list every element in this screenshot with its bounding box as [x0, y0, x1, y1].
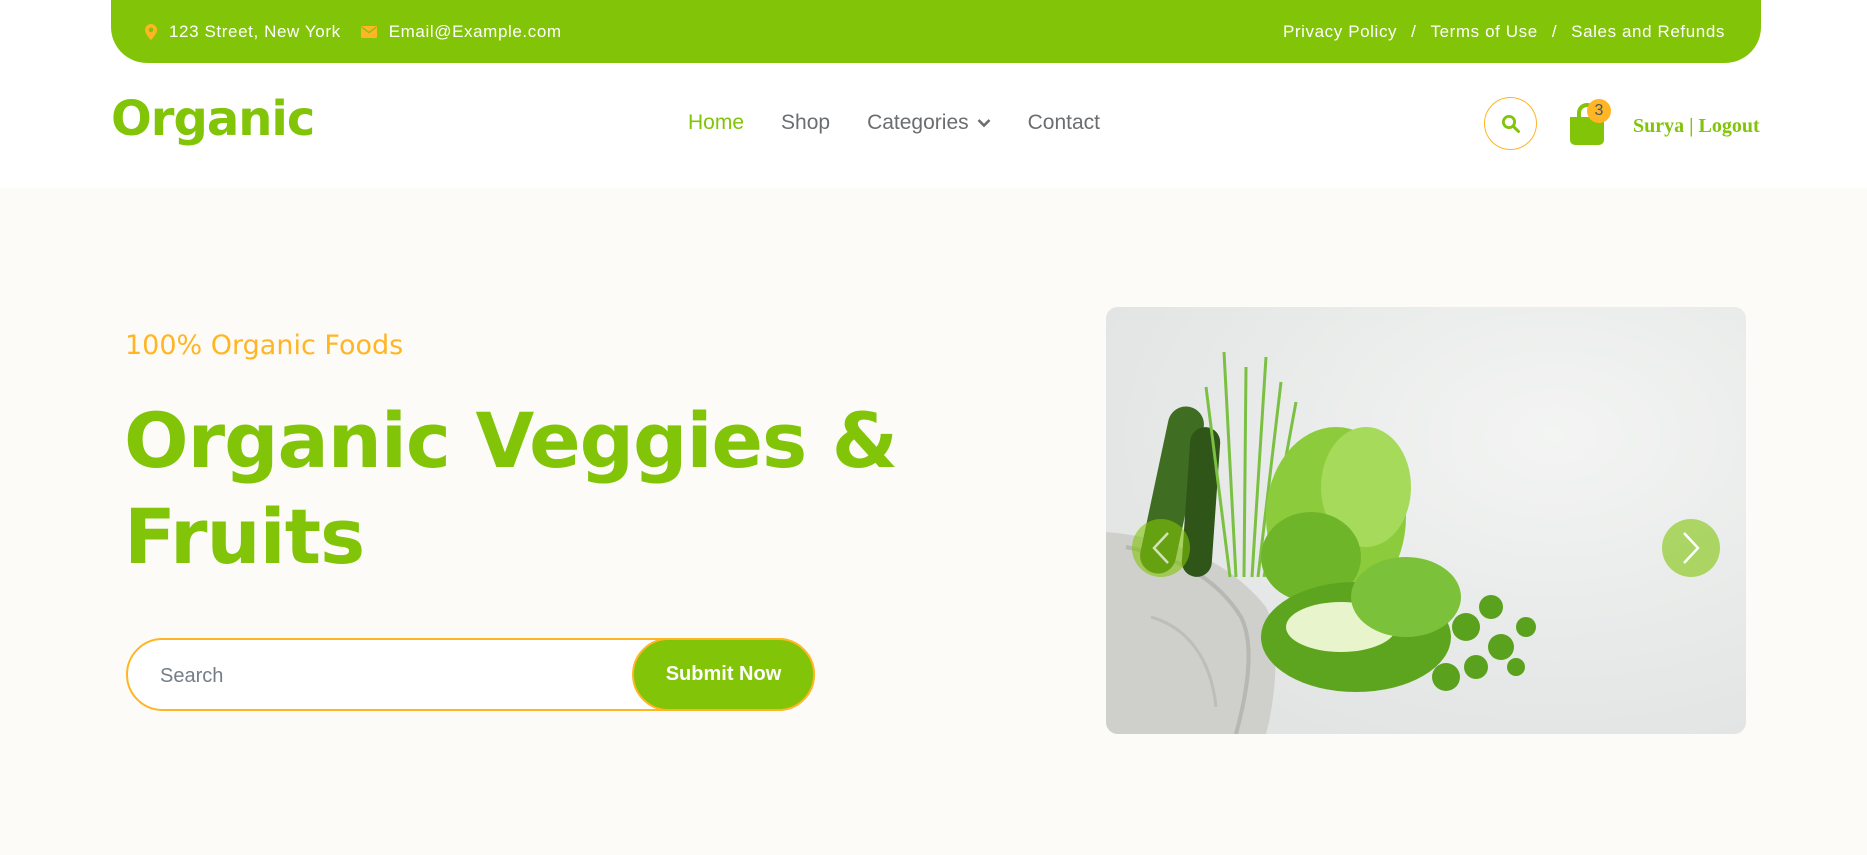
- email-item: Email@Example.com: [360, 22, 562, 42]
- policy-links: Privacy Policy / Terms of Use / Sales an…: [1283, 22, 1725, 42]
- chevron-down-icon: [977, 119, 991, 128]
- address-item: 123 Street, New York: [145, 22, 341, 42]
- hero-search-form: Submit Now: [126, 638, 815, 711]
- nav-shop[interactable]: Shop: [781, 111, 830, 135]
- top-bar: 123 Street, New York Email@Example.com P…: [111, 0, 1761, 63]
- hero-search-input[interactable]: [158, 658, 642, 694]
- search-button[interactable]: [1484, 97, 1537, 150]
- search-icon: [1501, 114, 1520, 133]
- address-link[interactable]: 123 Street, New York: [169, 22, 341, 42]
- submit-button[interactable]: Submit Now: [632, 638, 815, 711]
- nav-categories-label: Categories: [867, 111, 969, 134]
- main-nav: Home Shop Categories Contact: [688, 111, 1137, 135]
- hero-headline-line-2: Fruits: [124, 492, 365, 581]
- link-separator: /: [1411, 21, 1417, 41]
- hero-carousel: [1106, 307, 1746, 734]
- carousel-prev-button[interactable]: [1132, 519, 1190, 577]
- hero-headline-line-1: Organic Veggies &: [124, 396, 898, 485]
- chevron-right-icon: [1683, 532, 1700, 564]
- email-link[interactable]: Email@Example.com: [389, 22, 562, 42]
- hero-headline: Organic Veggies & Fruits: [124, 393, 924, 585]
- contact-info: 123 Street, New York Email@Example.com: [145, 22, 582, 42]
- cart-button[interactable]: 3: [1567, 99, 1611, 146]
- user-logout-link[interactable]: Surya | Logout: [1633, 115, 1760, 138]
- sales-refunds-link[interactable]: Sales and Refunds: [1571, 22, 1725, 42]
- navbar: Organic Home Shop Categories Contact 3 S…: [0, 63, 1867, 188]
- hero-kicker: 100% Organic Foods: [125, 330, 404, 361]
- vegetables-image: [1106, 307, 1746, 734]
- nav-home[interactable]: Home: [688, 111, 744, 135]
- hero-section: 100% Organic Foods Organic Veggies & Fru…: [0, 188, 1867, 855]
- terms-of-use-link[interactable]: Terms of Use: [1430, 22, 1537, 42]
- privacy-policy-link[interactable]: Privacy Policy: [1283, 22, 1397, 42]
- carousel-next-button[interactable]: [1662, 519, 1720, 577]
- logo[interactable]: Organic: [111, 91, 315, 147]
- cart-count-badge: 3: [1587, 99, 1611, 123]
- chevron-left-icon: [1152, 532, 1169, 564]
- nav-categories[interactable]: Categories: [867, 111, 991, 135]
- nav-contact[interactable]: Contact: [1028, 111, 1100, 135]
- envelope-icon: [360, 25, 377, 38]
- map-marker-icon: [145, 23, 157, 40]
- link-separator: /: [1551, 21, 1558, 41]
